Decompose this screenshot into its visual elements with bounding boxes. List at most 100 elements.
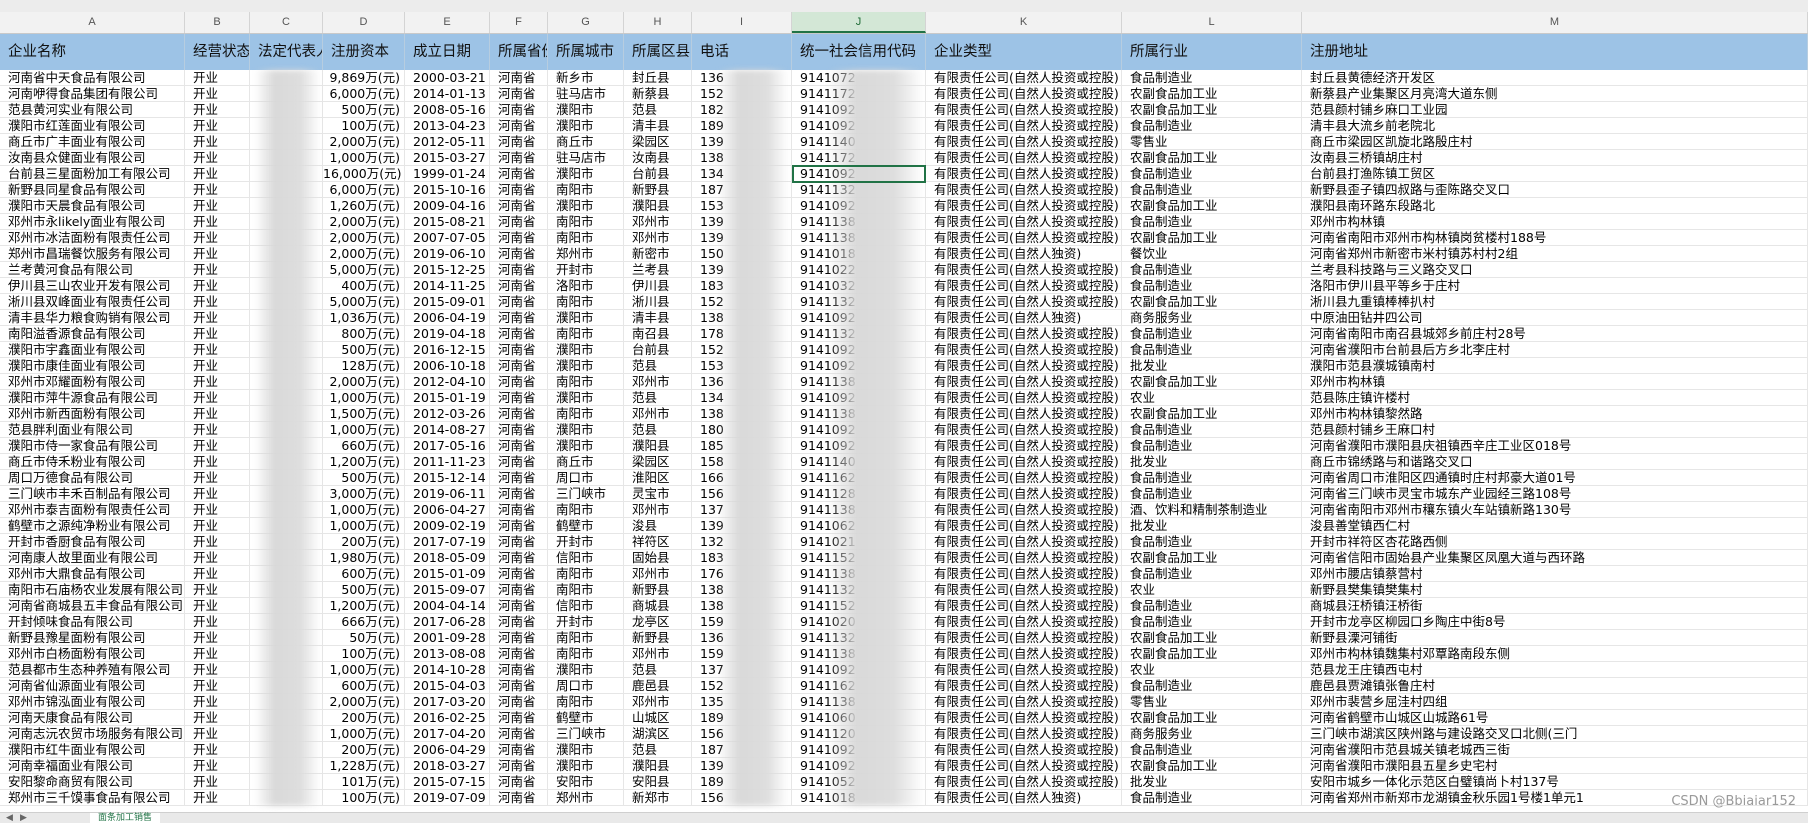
table-cell[interactable]: 开业 xyxy=(185,342,250,357)
table-cell[interactable]: 台前县打渔陈镇工贸区 xyxy=(1302,166,1808,181)
column-letter-m[interactable]: M xyxy=(1302,12,1808,33)
table-cell[interactable]: 有限责任公司(自然人投资或控股) xyxy=(926,454,1122,469)
table-cell[interactable]: 2015-09-07 xyxy=(405,582,490,597)
table-cell[interactable]: 食品制造业 xyxy=(1122,614,1302,629)
table-cell[interactable]: 有限责任公司(自然人投资或控股) xyxy=(926,710,1122,725)
table-cell[interactable]: 100万(元) xyxy=(323,646,405,661)
table-cell[interactable]: 南阳市 xyxy=(548,502,624,517)
table-cell[interactable]: 9141132 xyxy=(792,182,926,197)
table-cell[interactable]: 9141092 xyxy=(792,102,926,117)
table-cell[interactable]: 新乡市 xyxy=(548,70,624,85)
table-cell[interactable]: 9141092 xyxy=(792,742,926,757)
table-cell[interactable]: 南阳市 xyxy=(548,294,624,309)
table-cell[interactable]: 河南省周口市淮阳区四通镇时庄村邦豪大道01号 xyxy=(1302,470,1808,485)
column-letter-d[interactable]: D xyxy=(323,12,405,33)
table-cell[interactable]: 河南省郑州市新密市米村镇苏村村2组 xyxy=(1302,246,1808,261)
table-cell[interactable]: 2015-12-14 xyxy=(405,470,490,485)
table-cell[interactable]: 河南省 xyxy=(490,310,548,325)
table-cell[interactable]: 范县 xyxy=(624,390,692,405)
column-letter-i[interactable]: I xyxy=(692,12,792,33)
table-cell[interactable]: 商丘市锦绣路与和谐路交叉口 xyxy=(1302,454,1808,469)
column-letter-f[interactable]: F xyxy=(490,12,548,33)
table-cell[interactable]: 商丘市广丰面业有限公司 xyxy=(0,134,185,149)
table-cell[interactable]: 安阳市 xyxy=(548,774,624,789)
table-cell[interactable]: 河南省 xyxy=(490,390,548,405)
table-cell[interactable]: 河南省 xyxy=(490,790,548,805)
table-cell[interactable]: 2015-03-27 xyxy=(405,150,490,165)
table-cell[interactable]: 三门峡市湖滨区陕州路与建设路交叉口北侧(三门 xyxy=(1302,726,1808,741)
table-cell[interactable]: 9141032 xyxy=(792,278,926,293)
table-cell[interactable]: 中原油田钻井四公司 xyxy=(1302,310,1808,325)
table-cell[interactable]: 餐饮业 xyxy=(1122,246,1302,261)
table-cell[interactable]: 2009-02-19 xyxy=(405,518,490,533)
table-cell[interactable] xyxy=(250,422,323,437)
table-cell[interactable]: 灵宝市 xyxy=(624,486,692,501)
table-cell[interactable]: 邓州市裴营乡屈洼村四组 xyxy=(1302,694,1808,709)
table-cell[interactable]: 开业 xyxy=(185,86,250,101)
table-cell[interactable]: 河南省 xyxy=(490,694,548,709)
table-cell[interactable]: 开封市 xyxy=(548,262,624,277)
table-cell[interactable]: 1,000万(元) xyxy=(323,150,405,165)
table-cell[interactable]: 山城区 xyxy=(624,710,692,725)
table-cell[interactable]: 食品制造业 xyxy=(1122,486,1302,501)
table-cell[interactable]: 梁园区 xyxy=(624,454,692,469)
table-cell[interactable]: 范县 xyxy=(624,422,692,437)
table-cell[interactable]: 50万(元) xyxy=(323,630,405,645)
table-cell[interactable]: 食品制造业 xyxy=(1122,166,1302,181)
table-cell[interactable]: 600万(元) xyxy=(323,678,405,693)
table-cell[interactable]: 开封市龙亭区柳园口乡陶庄中街8号 xyxy=(1302,614,1808,629)
table-cell[interactable]: 河南省濮阳市濮阳县庆祖镇西辛庄工业区018号 xyxy=(1302,438,1808,453)
table-cell[interactable]: 开业 xyxy=(185,166,250,181)
table-cell[interactable]: 176 xyxy=(692,566,792,581)
table-cell[interactable]: 农副食品加工业 xyxy=(1122,550,1302,565)
table-cell[interactable]: 批发业 xyxy=(1122,774,1302,789)
table-cell[interactable]: 农副食品加工业 xyxy=(1122,102,1302,117)
table-cell[interactable]: 酒、饮料和精制茶制造业 xyxy=(1122,502,1302,517)
table-cell[interactable]: 有限责任公司(自然人投资或控股) xyxy=(926,758,1122,773)
table-cell[interactable]: 河南康人故里面业有限公司 xyxy=(0,550,185,565)
table-cell[interactable]: 有限责任公司(自然人投资或控股) xyxy=(926,550,1122,565)
table-cell[interactable]: 郑州市三千馍事食品有限公司 xyxy=(0,790,185,805)
table-cell[interactable]: 濮阳市 xyxy=(548,390,624,405)
table-cell[interactable]: 2015-01-09 xyxy=(405,566,490,581)
table-cell[interactable]: 136 xyxy=(692,374,792,389)
table-cell[interactable]: 兰考黄河食品有限公司 xyxy=(0,262,185,277)
table-cell[interactable]: 开业 xyxy=(185,70,250,85)
table-cell[interactable]: 濮阳市红牛面业有限公司 xyxy=(0,742,185,757)
table-cell[interactable]: 9141021 xyxy=(792,534,926,549)
table-cell[interactable]: 邓州市腰店镇蔡营村 xyxy=(1302,566,1808,581)
table-cell[interactable]: 食品制造业 xyxy=(1122,422,1302,437)
table-cell[interactable] xyxy=(250,118,323,133)
table-cell[interactable] xyxy=(250,102,323,117)
table-cell[interactable]: 开业 xyxy=(185,662,250,677)
table-cell[interactable]: 有限责任公司(自然人投资或控股) xyxy=(926,374,1122,389)
table-cell[interactable]: 2019-06-11 xyxy=(405,486,490,501)
table-cell[interactable] xyxy=(250,742,323,757)
table-cell[interactable] xyxy=(250,246,323,261)
table-cell[interactable]: 2006-04-29 xyxy=(405,742,490,757)
table-cell[interactable]: 河南省 xyxy=(490,534,548,549)
table-cell[interactable] xyxy=(250,262,323,277)
table-cell[interactable]: 有限责任公司(自然人投资或控股) xyxy=(926,566,1122,581)
table-cell[interactable]: 新野县樊集镇樊集村 xyxy=(1302,582,1808,597)
table-cell[interactable]: 浚县 xyxy=(624,518,692,533)
table-cell[interactable]: 2,000万(元) xyxy=(323,374,405,389)
table-cell[interactable]: 周口市 xyxy=(548,678,624,693)
table-cell[interactable]: 2017-05-16 xyxy=(405,438,490,453)
table-cell[interactable]: 濮阳市 xyxy=(548,422,624,437)
table-cell[interactable]: 南阳市 xyxy=(548,230,624,245)
table-cell[interactable]: 范县黄河实业有限公司 xyxy=(0,102,185,117)
table-cell[interactable]: 有限责任公司(自然人投资或控股) xyxy=(926,182,1122,197)
table-cell[interactable]: 范县颜村铺乡麻口工业园 xyxy=(1302,102,1808,117)
column-letter-b[interactable]: B xyxy=(185,12,250,33)
table-cell[interactable]: 食品制造业 xyxy=(1122,326,1302,341)
table-cell[interactable]: 9141062 xyxy=(792,518,926,533)
table-cell[interactable] xyxy=(250,646,323,661)
table-cell[interactable]: 洛阳市伊川县平等乡于庄村 xyxy=(1302,278,1808,293)
table-cell[interactable]: 农副食品加工业 xyxy=(1122,374,1302,389)
table-cell[interactable]: 138 xyxy=(692,150,792,165)
table-cell[interactable] xyxy=(250,358,323,373)
table-cell[interactable]: 有限责任公司(自然人投资或控股) xyxy=(926,422,1122,437)
table-cell[interactable]: 2012-03-26 xyxy=(405,406,490,421)
table-cell[interactable]: 500万(元) xyxy=(323,470,405,485)
